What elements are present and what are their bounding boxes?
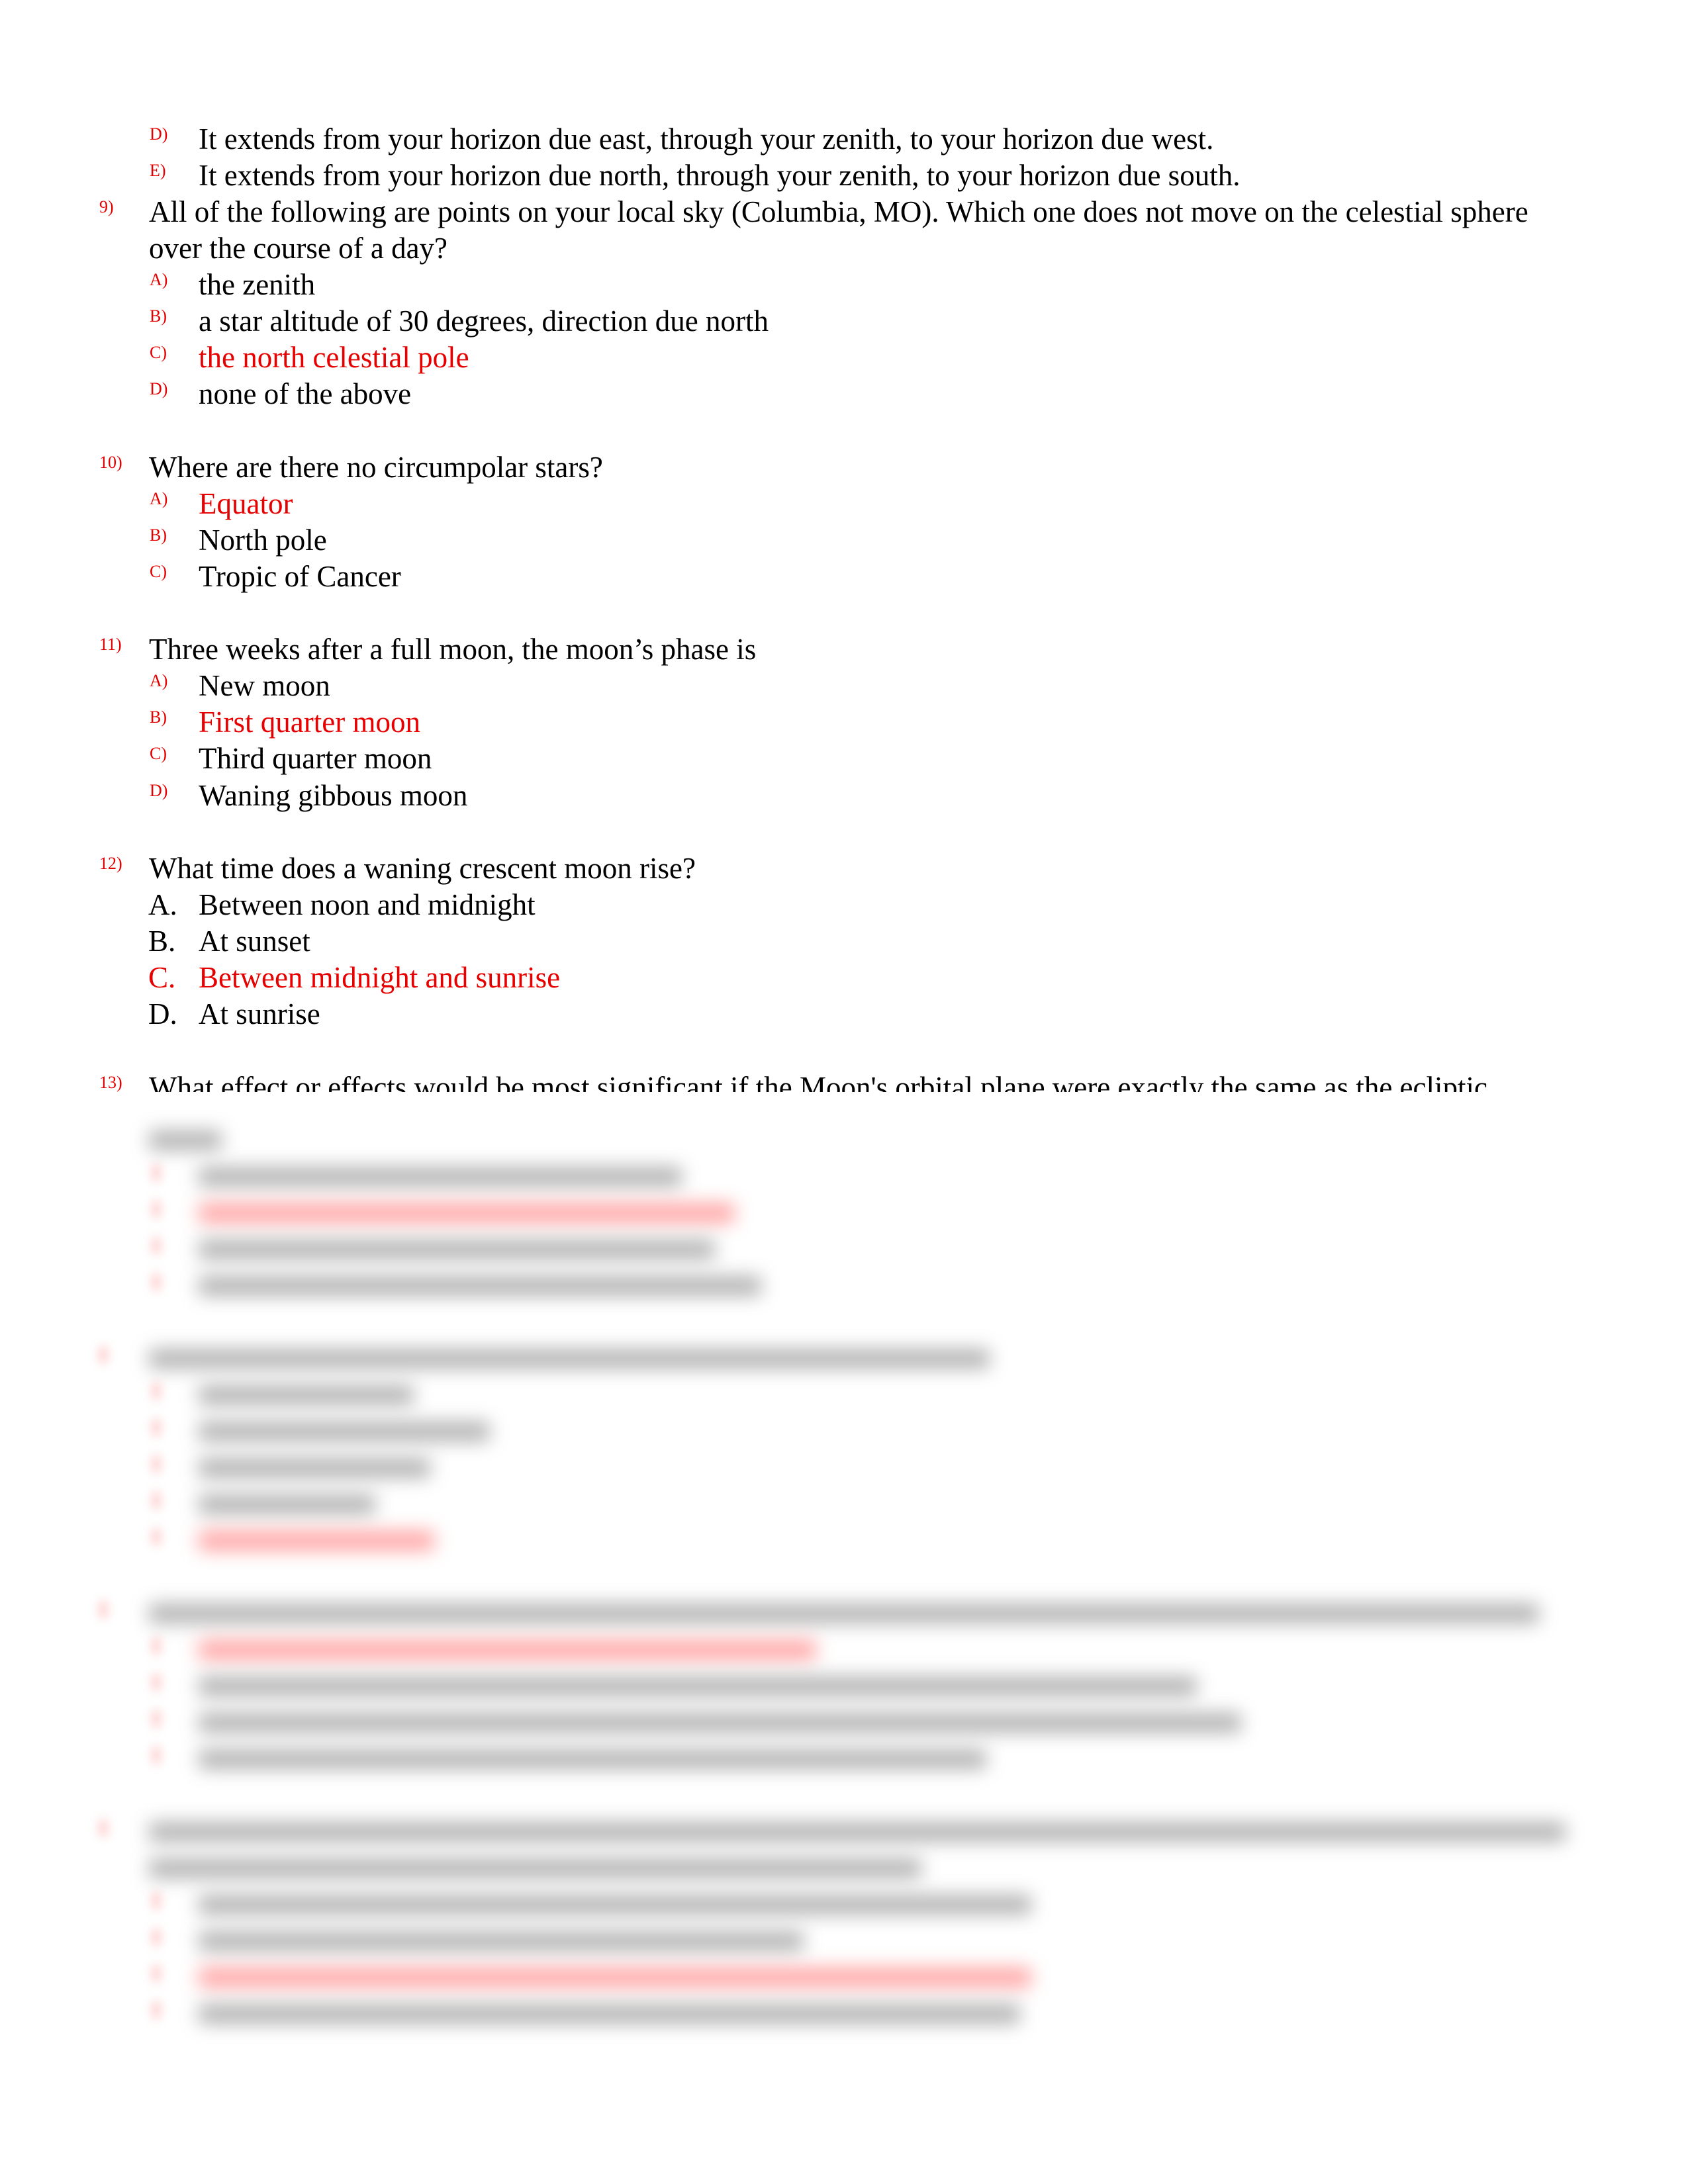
option-label: C. [148, 961, 176, 994]
option-text: Equator [199, 487, 293, 520]
blurred-option-label [154, 1929, 159, 1945]
blurred-option [199, 1749, 986, 1769]
option-text: the north celestial pole [199, 341, 469, 374]
blurred-option [199, 1422, 490, 1441]
blurred-option-correct [199, 1203, 735, 1223]
option-text: Between midnight and sunrise [199, 961, 561, 994]
blurred-option-correct [199, 1968, 1031, 1987]
blurred-question-number [101, 1602, 106, 1617]
question-text: What effect or effects would be most sig… [149, 1071, 1487, 1092]
blurred-option-label [154, 1456, 159, 1472]
blurred-option [199, 1167, 682, 1187]
option-text: It extends from your horizon due north, … [199, 159, 1241, 192]
option-label: A. [148, 888, 177, 921]
blurred-option-label [154, 1674, 159, 1690]
option-text: none of the above [199, 377, 412, 410]
blurred-option-label [154, 1747, 159, 1763]
question-text: Where are there no circumpolar stars? [149, 451, 603, 484]
question-number: 9) [99, 197, 114, 216]
blurred-option-correct [199, 1640, 816, 1660]
option-text: the zenith [199, 268, 316, 301]
blurred-option-label [154, 2002, 159, 2018]
option-label: A) [150, 489, 168, 508]
option-label: D) [150, 379, 168, 398]
option-label: A) [150, 270, 168, 289]
blurred-option-label [154, 1529, 159, 1545]
blurred-question [149, 1604, 1539, 1623]
question-text: What time does a waning crescent moon ri… [149, 852, 696, 885]
option-text: It extends from your horizon due east, t… [199, 122, 1214, 156]
blurred-option-label [154, 1966, 159, 1981]
blurred-option [199, 1713, 1241, 1733]
blurred-option-label [154, 1638, 159, 1654]
blurred-option-label [154, 1383, 159, 1399]
document-page: { "page": { "answer_color": "#e60000", "… [0, 0, 1688, 2184]
question-number: 10) [99, 453, 122, 472]
blurred-line [149, 1130, 222, 1150]
option-label: E) [150, 161, 166, 180]
option-text: Waning gibbous moon [199, 779, 468, 812]
question-number: 12) [99, 854, 122, 873]
blurred-option-label [154, 1238, 159, 1253]
option-label: B) [150, 306, 167, 326]
blurred-option [199, 1385, 414, 1405]
option-label: A) [150, 671, 168, 690]
question-text: over the course of a day? [149, 232, 448, 265]
blurred-option [199, 1458, 430, 1478]
question-text: All of the following are points on your … [149, 195, 1528, 228]
blurred-question [149, 1349, 990, 1369]
option-text: At sunset [199, 925, 310, 958]
blurred-option-label [154, 1420, 159, 1435]
option-text: First quarter moon [199, 705, 420, 739]
question-number: 11) [99, 635, 122, 654]
option-text: Third quarter moon [199, 742, 432, 775]
option-label: D) [150, 124, 168, 144]
blurred-question [149, 1822, 1566, 1842]
option-text: New moon [199, 669, 330, 702]
blurred-question [149, 1858, 921, 1878]
option-text: Tropic of Cancer [199, 560, 401, 593]
option-label: B) [150, 707, 167, 727]
blurred-option [199, 1931, 804, 1951]
blurred-option [199, 1276, 761, 1296]
option-label: B. [148, 925, 176, 958]
question-text-clipped: What effect or effects would be most sig… [0, 1069, 1688, 1092]
blurred-option-label [154, 1893, 159, 1909]
blurred-option [199, 1494, 375, 1514]
blurred-option-label [154, 1711, 159, 1727]
blurred-content-overlay [0, 1092, 1688, 2052]
option-label: C) [150, 744, 167, 763]
option-text: Between noon and midnight [199, 888, 536, 921]
blurred-option-label [154, 1492, 159, 1508]
blurred-option-label [154, 1274, 159, 1290]
blurred-question-number [101, 1347, 106, 1363]
option-label: C) [150, 343, 167, 362]
blurred-option-label [154, 1165, 159, 1181]
blurred-option [199, 2004, 1020, 2024]
option-text: North pole [199, 523, 327, 557]
blurred-option [199, 1676, 1197, 1696]
option-text: At sunrise [199, 997, 320, 1030]
question-text: Three weeks after a full moon, the moon’… [149, 633, 757, 666]
blurred-option-label [154, 1201, 159, 1217]
option-label: D. [148, 997, 177, 1030]
option-text: a star altitude of 30 degrees, direction… [199, 304, 769, 338]
blurred-question-number [101, 1820, 106, 1836]
blurred-option [199, 1240, 715, 1259]
blurred-option-correct [199, 1531, 434, 1551]
blurred-option [199, 1895, 1031, 1915]
option-label: D) [150, 781, 168, 800]
option-label: C) [150, 562, 167, 581]
option-label: B) [150, 525, 167, 545]
